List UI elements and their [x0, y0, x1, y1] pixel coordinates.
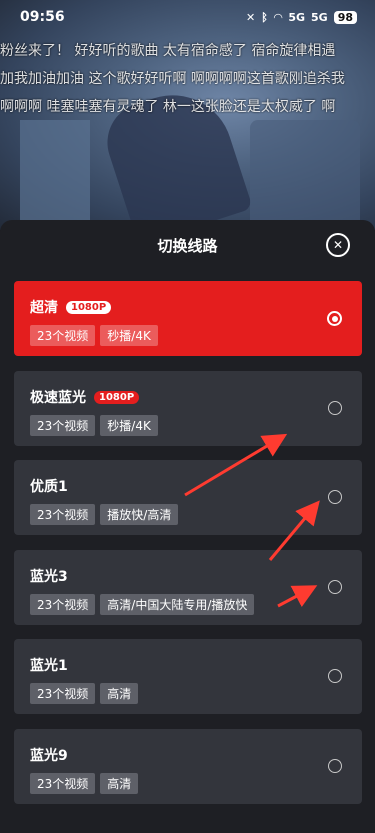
- signal-icon-2: 5G: [311, 10, 328, 24]
- status-bar: 09:56 ✕ ᛒ ◠ 5G 5G 98: [0, 0, 375, 34]
- signal-icon-1: 5G: [288, 10, 305, 24]
- route-option-chaoqing[interactable]: 超清 1080P 23个视频 秒播/4K: [14, 281, 362, 356]
- route-name: 极速蓝光: [30, 390, 86, 406]
- danmaku-line-1: 粉丝来了！ 好好听的歌曲 太有宿命感了 宿命旋律相遇: [0, 43, 336, 59]
- route-option-languang9[interactable]: 蓝光9 23个视频 高清: [14, 729, 362, 804]
- route-tag: 播放快/高清: [100, 504, 179, 525]
- route-switch-panel: 切换线路 ✕ 超清 1080P 23个视频 秒播/4K 极速蓝光 1080P 2…: [0, 220, 375, 833]
- radio-icon[interactable]: [328, 759, 342, 773]
- route-tag: 秒播/4K: [100, 415, 158, 436]
- status-icons: ✕ ᛒ ◠ 5G 5G 98: [246, 10, 357, 24]
- wifi-icon: ◠: [273, 10, 283, 24]
- route-option-jisulanguang[interactable]: 极速蓝光 1080P 23个视频 秒播/4K: [14, 371, 362, 446]
- close-icon[interactable]: ✕: [326, 233, 350, 257]
- resolution-badge: 1080P: [66, 300, 112, 314]
- route-tag: 23个视频: [30, 594, 96, 615]
- route-tag: 高清: [100, 683, 139, 704]
- panel-header: 切换线路 ✕: [0, 220, 375, 270]
- route-name: 蓝光1: [30, 658, 68, 674]
- route-tag: 23个视频: [30, 683, 96, 704]
- route-name: 优质1: [30, 479, 68, 495]
- video-figure-left: [20, 120, 90, 230]
- route-tag: 23个视频: [30, 504, 96, 525]
- bluetooth-icon: ᛒ: [261, 10, 268, 24]
- video-figure-right: [250, 120, 360, 230]
- danmaku-line-3: 啊啊啊 哇塞哇塞有灵魂了 林一这张脸还是太权威了 啊: [0, 99, 336, 115]
- radio-selected-icon[interactable]: [327, 311, 342, 326]
- route-tag: 高清: [100, 773, 139, 794]
- route-tag: 23个视频: [30, 773, 96, 794]
- route-tag: 23个视频: [30, 325, 96, 346]
- radio-icon[interactable]: [328, 669, 342, 683]
- route-tag: 秒播/4K: [100, 325, 158, 346]
- route-name: 蓝光3: [30, 569, 68, 585]
- resolution-badge: 1080P: [94, 390, 140, 404]
- radio-icon[interactable]: [328, 580, 342, 594]
- route-name: 蓝光9: [30, 748, 68, 764]
- panel-title: 切换线路: [157, 236, 218, 255]
- route-option-languang1[interactable]: 蓝光1 23个视频 高清: [14, 639, 362, 714]
- route-tag: 高清/中国大陆专用/播放快: [100, 594, 255, 615]
- route-tag: 23个视频: [30, 415, 96, 436]
- status-time: 09:56: [20, 9, 65, 25]
- route-option-youzhi1[interactable]: 优质1 23个视频 播放快/高清: [14, 460, 362, 535]
- mute-icon: ✕: [246, 10, 256, 24]
- radio-icon[interactable]: [328, 490, 342, 504]
- battery-indicator: 98: [333, 10, 357, 24]
- route-name: 超清: [30, 300, 58, 316]
- radio-icon[interactable]: [328, 401, 342, 415]
- route-option-languang3[interactable]: 蓝光3 23个视频 高清/中国大陆专用/播放快: [14, 550, 362, 625]
- danmaku-line-2: 加我加油加油 这个歌好好听啊 啊啊啊啊这首歌刚追杀我: [0, 71, 345, 87]
